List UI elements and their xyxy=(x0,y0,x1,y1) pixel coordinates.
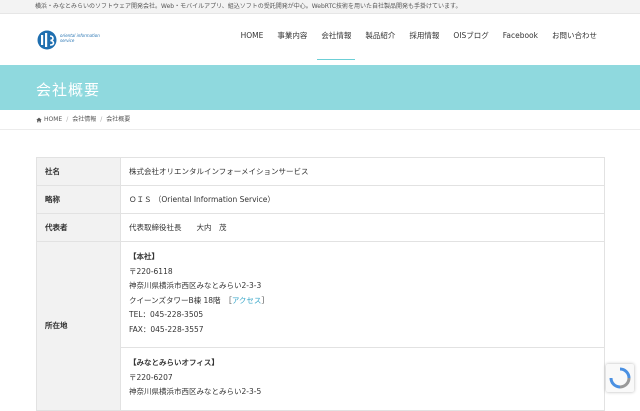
nav-recruit[interactable]: 採用情報 xyxy=(402,14,446,65)
hq-address: 【本社】 〒220-6118 神奈川県横浜市西区みなとみらい2-3-3 クイーン… xyxy=(129,242,604,347)
name-label: 社名 xyxy=(36,157,121,186)
hq-line2: クイーンズタワーB棟 18階 ［アクセス］ xyxy=(129,294,604,309)
home-icon xyxy=(36,117,42,122)
nav-products[interactable]: 製品紹介 xyxy=(358,14,402,65)
breadcrumb-current: 会社概要 xyxy=(106,115,131,123)
nav-home[interactable]: HOME xyxy=(234,14,271,65)
abbr-label: 略称 xyxy=(36,185,121,214)
breadcrumb-separator: / xyxy=(66,115,69,123)
mm-title: 【みなとみらいオフィス】 xyxy=(129,358,219,367)
site-header: oriental information service HOME 事業内容 会… xyxy=(0,14,640,65)
access-link[interactable]: アクセス xyxy=(232,296,262,305)
table-row: 代表者 代表取締役社長 大内 茂 xyxy=(36,213,605,242)
company-table: 社名 株式会社オリエンタルインフォーメイションサービス 略称 ＯＩＳ （Orie… xyxy=(36,157,605,411)
breadcrumb-home[interactable]: HOME xyxy=(44,110,62,130)
hq-tel: TEL：045-228-3505 xyxy=(129,310,204,319)
hq-building: クイーンズタワーB棟 18階 xyxy=(129,295,229,305)
site-logo[interactable]: oriental information service xyxy=(37,30,100,50)
tagline-text: 横浜・みなとみらいのソフトウェア開発会社。Web・モバイルアプリ、組込ソフトの受… xyxy=(35,3,462,10)
address-value: 【本社】 〒220-6118 神奈川県横浜市西区みなとみらい2-3-3 クイーン… xyxy=(120,241,605,411)
page-title: 会社概要 xyxy=(36,81,101,99)
nav-contact[interactable]: お問い合わせ xyxy=(545,14,604,65)
mm-line1: 神奈川県横浜市西区みなとみらい2-3-5 xyxy=(129,387,262,396)
table-row: 所在地 【本社】 〒220-6118 神奈川県横浜市西区みなとみらい2-3-3 … xyxy=(36,241,605,411)
nav-blog[interactable]: OISブログ xyxy=(446,14,495,65)
name-value: 株式会社オリエンタルインフォーメイションサービス xyxy=(120,157,605,186)
hq-title: 【本社】 xyxy=(129,252,159,261)
mm-zip: 〒220-6207 xyxy=(129,372,173,382)
nav-facebook[interactable]: Facebook xyxy=(496,14,545,65)
recaptcha-badge[interactable] xyxy=(606,364,634,392)
recaptcha-icon xyxy=(609,367,631,389)
top-tagline-bar: 横浜・みなとみらいのソフトウェア開発会社。Web・モバイルアプリ、組込ソフトの受… xyxy=(0,0,640,14)
page-hero: 会社概要 xyxy=(0,65,640,110)
abbr-value: ＯＩＳ （Oriental Information Service） xyxy=(120,185,605,214)
hq-zip: 〒220-6118 xyxy=(129,266,173,276)
address-label: 所在地 xyxy=(36,241,121,411)
main-nav: HOME 事業内容 会社情報 製品紹介 採用情報 OISブログ Facebook… xyxy=(234,14,604,65)
mm-office-address: 【みなとみらいオフィス】 〒220-6207 神奈川県横浜市西区みなとみらい2-… xyxy=(129,348,604,410)
ois-logo-icon xyxy=(37,30,57,50)
breadcrumb-separator: / xyxy=(100,115,103,123)
hq-fax: FAX：045-228-3557 xyxy=(129,324,204,334)
rep-label: 代表者 xyxy=(36,213,121,242)
breadcrumb: HOME / 会社情報 / 会社概要 xyxy=(0,110,640,130)
table-row: 略称 ＯＩＳ （Oriental Information Service） xyxy=(36,185,605,214)
access-bracket-close: ］ xyxy=(261,295,269,305)
nav-company[interactable]: 会社情報 xyxy=(314,14,358,65)
company-overview: 社名 株式会社オリエンタルインフォーメイションサービス 略称 ＯＩＳ （Orie… xyxy=(36,157,605,411)
breadcrumb-company[interactable]: 会社情報 xyxy=(72,110,96,130)
rep-value: 代表取締役社長 大内 茂 xyxy=(120,213,605,242)
nav-business[interactable]: 事業内容 xyxy=(270,14,314,65)
logo-text: oriental information service xyxy=(60,33,100,43)
table-row: 社名 株式会社オリエンタルインフォーメイションサービス xyxy=(36,157,605,186)
hq-line1: 神奈川県横浜市西区みなとみらい2-3-3 xyxy=(129,281,262,290)
